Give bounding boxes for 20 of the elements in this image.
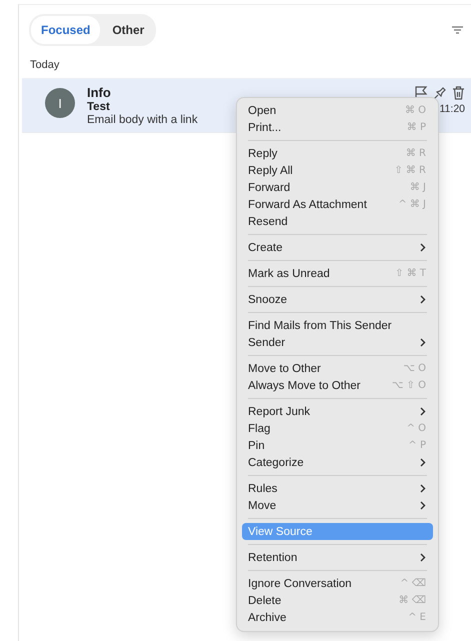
shortcut-label: ⌘ R bbox=[406, 148, 426, 159]
shortcut-label: ^ E bbox=[408, 612, 426, 623]
shortcut-label: ⌥ O bbox=[403, 363, 426, 374]
shortcut-label: ⌘ ⌫ bbox=[398, 595, 426, 606]
shortcut-label: ^ O bbox=[406, 423, 426, 434]
shortcut-label: ⌘ P bbox=[406, 122, 426, 133]
shortcut-label: ^ ⌘ J bbox=[398, 199, 426, 210]
shortcut-label: ⇧ ⌘ T bbox=[395, 268, 426, 279]
time-label: 11:20 bbox=[440, 103, 465, 115]
subject: Test bbox=[87, 101, 110, 113]
shortcut-label: ⇧ ⌘ R bbox=[394, 165, 426, 176]
preview-text: Email body with a link bbox=[87, 114, 198, 126]
avatar: I bbox=[45, 88, 75, 118]
shortcut-label: ^ P bbox=[408, 440, 426, 451]
sender-name: Info bbox=[87, 85, 111, 100]
shortcut-label: ⌘ J bbox=[410, 182, 426, 193]
shortcut-label: ^ ⌫ bbox=[400, 578, 426, 589]
section-header: Today bbox=[29, 58, 60, 73]
shortcut-label: ⌥ ⇧ O bbox=[392, 380, 426, 391]
shortcut-label: ⌘ O bbox=[404, 105, 426, 116]
